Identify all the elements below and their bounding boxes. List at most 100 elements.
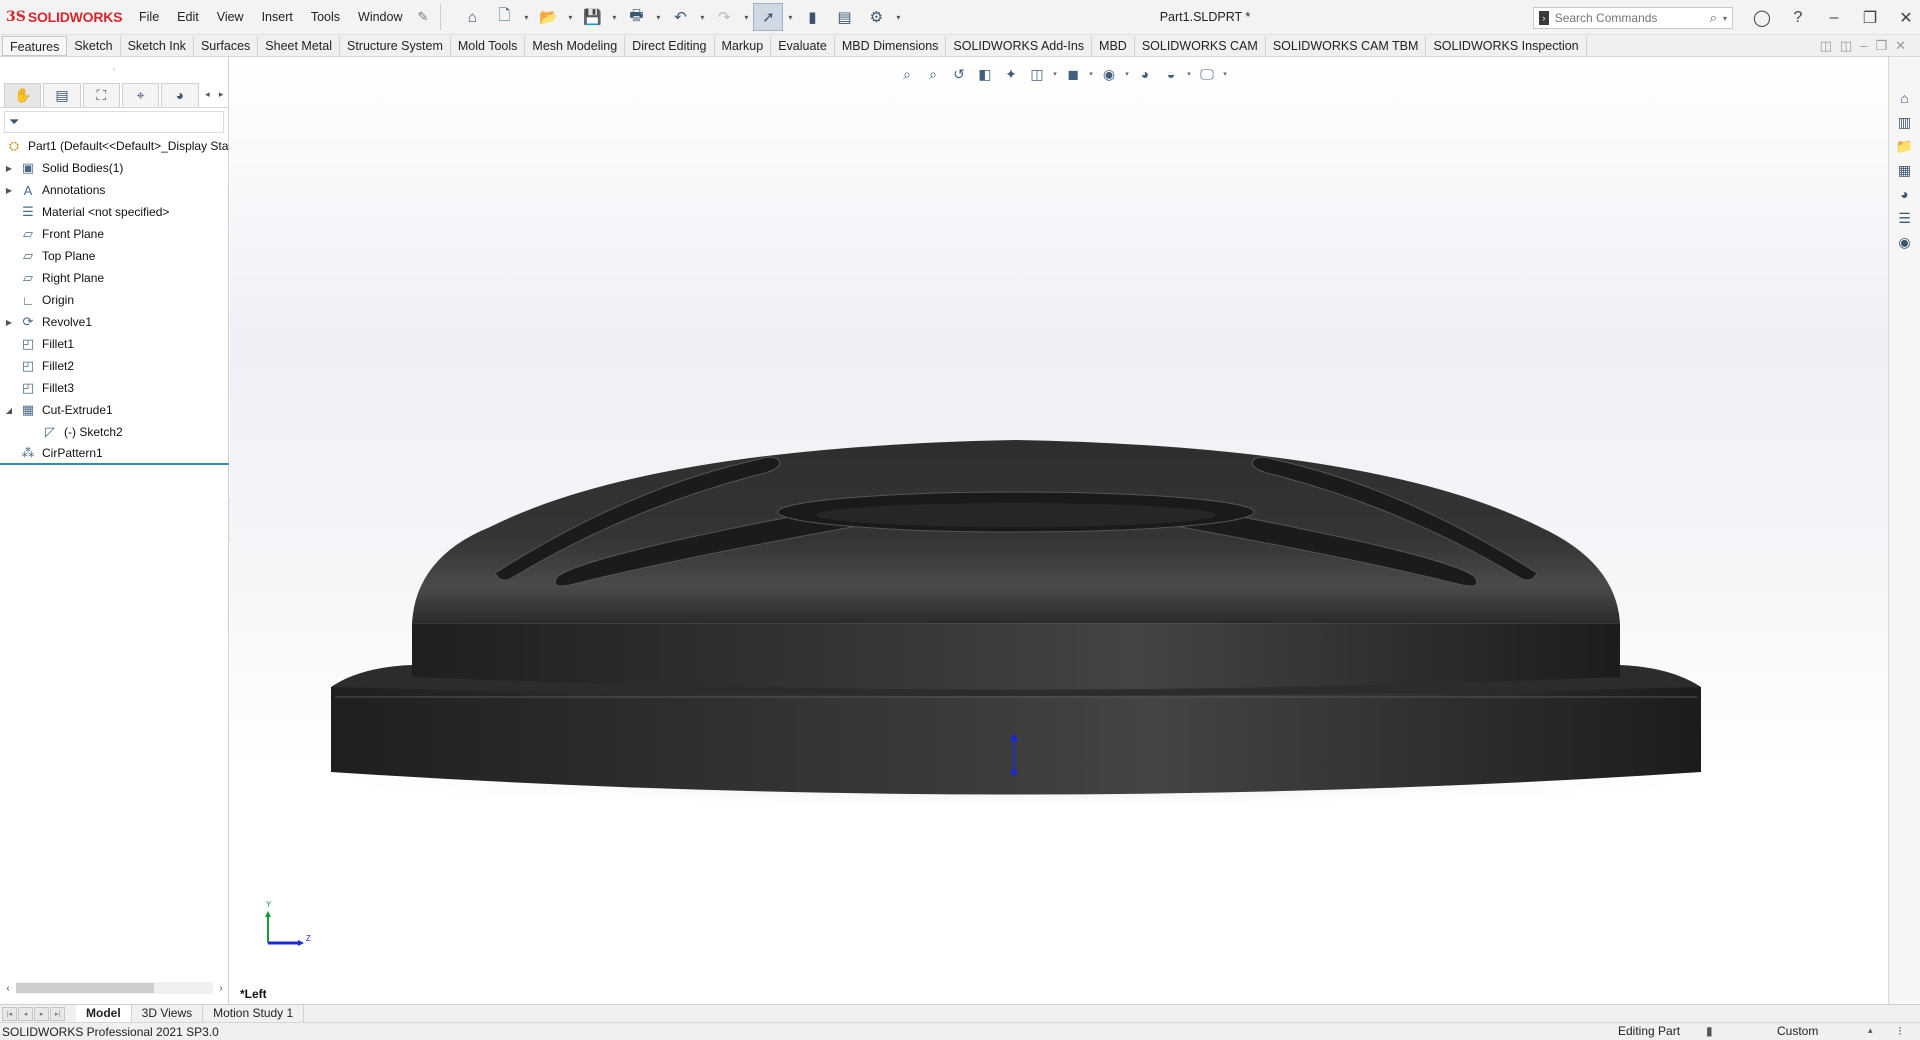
- select-dropdown-icon[interactable]: ▾: [785, 3, 795, 31]
- scroll-track[interactable]: [16, 982, 213, 994]
- tab-features[interactable]: Features: [2, 35, 68, 56]
- menu-file[interactable]: File: [130, 0, 168, 35]
- tree-item-sketch2[interactable]: ◸ (-) Sketch2: [0, 421, 229, 443]
- tab-direct-editing[interactable]: Direct Editing: [625, 35, 715, 56]
- tree-item-fillet3[interactable]: ◰ Fillet3: [0, 377, 229, 399]
- solidworks-logo[interactable]: 3S SOLIDWORKS: [0, 9, 130, 25]
- menu-window[interactable]: Window: [349, 0, 411, 35]
- next-tab-icon[interactable]: ▸: [34, 1006, 49, 1021]
- tabs-scroll-left-icon[interactable]: ◂: [201, 89, 215, 100]
- tab-evaluate[interactable]: Evaluate: [771, 35, 835, 56]
- custom-properties-icon[interactable]: ☰: [1893, 207, 1917, 229]
- design-library-icon[interactable]: ▥: [1893, 111, 1917, 133]
- panel-grip[interactable]: ◦: [0, 57, 228, 82]
- tree-item-cut-extrude1[interactable]: ◢ ▦ Cut-Extrude1: [0, 399, 229, 421]
- tab-mold-tools[interactable]: Mold Tools: [451, 35, 526, 56]
- tab-solidworks-add-ins[interactable]: SOLIDWORKS Add-Ins: [946, 35, 1093, 56]
- tree-filter[interactable]: ⏷: [4, 111, 224, 133]
- tab-sketch-ink[interactable]: Sketch Ink: [121, 35, 194, 56]
- search-dropdown-icon[interactable]: ▾: [1723, 14, 1727, 23]
- unit-system[interactable]: Custom: [1777, 1024, 1818, 1038]
- tree-item-revolve1[interactable]: ▶ ⟳ Revolve1: [0, 311, 229, 333]
- configuration-manager-tab-icon[interactable]: ⛶: [82, 82, 120, 107]
- scroll-right-icon[interactable]: ›: [213, 983, 229, 994]
- options-gear-icon[interactable]: ⚙: [861, 3, 891, 31]
- appearances-icon[interactable]: ◕: [1893, 183, 1917, 205]
- undo-icon[interactable]: ↶: [665, 3, 695, 31]
- open-folder-icon[interactable]: 📂: [533, 3, 563, 31]
- solidworks-resources-icon[interactable]: ⌂: [1893, 87, 1917, 109]
- last-tab-icon[interactable]: ▸|: [50, 1006, 65, 1021]
- menu-tools[interactable]: Tools: [302, 0, 349, 35]
- scroll-thumb[interactable]: [16, 983, 154, 993]
- first-tab-icon[interactable]: |◂: [2, 1006, 17, 1021]
- solidworks-forum-icon[interactable]: ◉: [1893, 231, 1917, 253]
- tab-markup[interactable]: Markup: [715, 35, 772, 56]
- pin-icon[interactable]: ✎: [412, 9, 435, 25]
- rebuild-status-icon[interactable]: ▮: [1706, 1024, 1713, 1038]
- display-manager-tab-icon[interactable]: ◕: [161, 82, 199, 107]
- tab-sketch[interactable]: Sketch: [67, 35, 121, 56]
- part-model[interactable]: [230, 57, 1888, 1004]
- user-account-icon[interactable]: ◯: [1744, 0, 1780, 35]
- tree-item-solid-bodies[interactable]: ▶ ▣ Solid Bodies(1): [0, 157, 229, 179]
- view-palette-icon[interactable]: ▦: [1893, 159, 1917, 181]
- expand-arrow-icon[interactable]: ▶: [0, 318, 18, 327]
- status-help-icon[interactable]: ⁝: [1898, 1024, 1902, 1038]
- dimxpert-manager-tab-icon[interactable]: ⌖: [121, 82, 160, 107]
- redo-icon[interactable]: ↷: [709, 3, 739, 31]
- tab-mbd[interactable]: MBD: [1092, 35, 1135, 56]
- tab-model[interactable]: Model: [76, 1005, 132, 1022]
- menu-insert[interactable]: Insert: [253, 0, 302, 35]
- tab-solidworks-cam[interactable]: SOLIDWORKS CAM: [1135, 35, 1266, 56]
- file-properties-icon[interactable]: ▤: [829, 3, 859, 31]
- options-dropdown-icon[interactable]: ▾: [893, 3, 903, 31]
- save-icon[interactable]: 💾: [577, 3, 607, 31]
- tree-item-fillet2[interactable]: ◰ Fillet2: [0, 355, 229, 377]
- doc-restore-icon[interactable]: ❐: [1875, 38, 1887, 54]
- tree-item-origin[interactable]: ∟ Origin: [0, 289, 229, 311]
- rebuild-icon[interactable]: ▮: [797, 3, 827, 31]
- tree-item-top-plane[interactable]: ▱ Top Plane: [0, 245, 229, 267]
- home-icon[interactable]: ⌂: [457, 3, 487, 31]
- new-document-icon[interactable]: 🗋: [489, 3, 519, 31]
- tile-right-icon[interactable]: ◫: [1840, 38, 1852, 54]
- tab-structure-system[interactable]: Structure System: [340, 35, 451, 56]
- doc-close-icon[interactable]: ✕: [1895, 38, 1906, 54]
- open-dropdown-icon[interactable]: ▾: [565, 3, 575, 31]
- prev-tab-icon[interactable]: ◂: [18, 1006, 33, 1021]
- undo-dropdown-icon[interactable]: ▾: [697, 3, 707, 31]
- menu-edit[interactable]: Edit: [168, 0, 208, 35]
- search-input[interactable]: [1554, 11, 1710, 25]
- redo-dropdown-icon[interactable]: ▾: [741, 3, 751, 31]
- graphics-area[interactable]: ⌕ ⌕ ↺ ◧ ✦ ◫ ▾ ◼ ▾ ◉ ▾ ◕ ◒ ▾ 🖵 ▾ Y Z *Lef…: [230, 57, 1888, 1004]
- expand-arrow-icon[interactable]: ▶: [0, 164, 18, 173]
- tab-solidworks-cam-tbm[interactable]: SOLIDWORKS CAM TBM: [1266, 35, 1427, 56]
- property-manager-tab-icon[interactable]: ▤: [43, 82, 81, 107]
- expand-arrow-icon[interactable]: ▶: [0, 186, 18, 195]
- tab-mbd-dimensions[interactable]: MBD Dimensions: [835, 35, 947, 56]
- search-commands-box[interactable]: › ⌕ ▾: [1533, 7, 1733, 29]
- tree-item-cirpattern1[interactable]: ⁂ CirPattern1: [0, 443, 229, 465]
- minimize-icon[interactable]: –: [1816, 0, 1852, 35]
- tab-motion-study-1[interactable]: Motion Study 1: [203, 1005, 305, 1022]
- help-icon[interactable]: ?: [1780, 0, 1816, 35]
- close-icon[interactable]: ✕: [1888, 0, 1920, 35]
- search-icon[interactable]: ⌕: [1710, 10, 1717, 26]
- tree-item-material[interactable]: ☰ Material <not specified>: [0, 201, 229, 223]
- tab-solidworks-inspection[interactable]: SOLIDWORKS Inspection: [1426, 35, 1587, 56]
- tab-mesh-modeling[interactable]: Mesh Modeling: [525, 35, 626, 56]
- tab-surfaces[interactable]: Surfaces: [194, 35, 259, 56]
- tree-item-fillet1[interactable]: ◰ Fillet1: [0, 333, 229, 355]
- file-explorer-icon[interactable]: 📁: [1893, 135, 1917, 157]
- print-dropdown-icon[interactable]: ▾: [653, 3, 663, 31]
- save-dropdown-icon[interactable]: ▾: [609, 3, 619, 31]
- collapse-arrow-icon[interactable]: ◢: [0, 406, 18, 415]
- tree-root-part[interactable]: ⛭ Part1 (Default<<Default>_Display Sta: [0, 135, 229, 157]
- filter-icon[interactable]: ⏷: [9, 114, 19, 130]
- units-dropdown-icon[interactable]: ▴: [1868, 1025, 1873, 1036]
- feature-manager-tab-icon[interactable]: ✋: [4, 82, 42, 107]
- new-dropdown-icon[interactable]: ▾: [521, 3, 531, 31]
- tab-sheet-metal[interactable]: Sheet Metal: [258, 35, 340, 56]
- tab-3d-views[interactable]: 3D Views: [132, 1005, 204, 1022]
